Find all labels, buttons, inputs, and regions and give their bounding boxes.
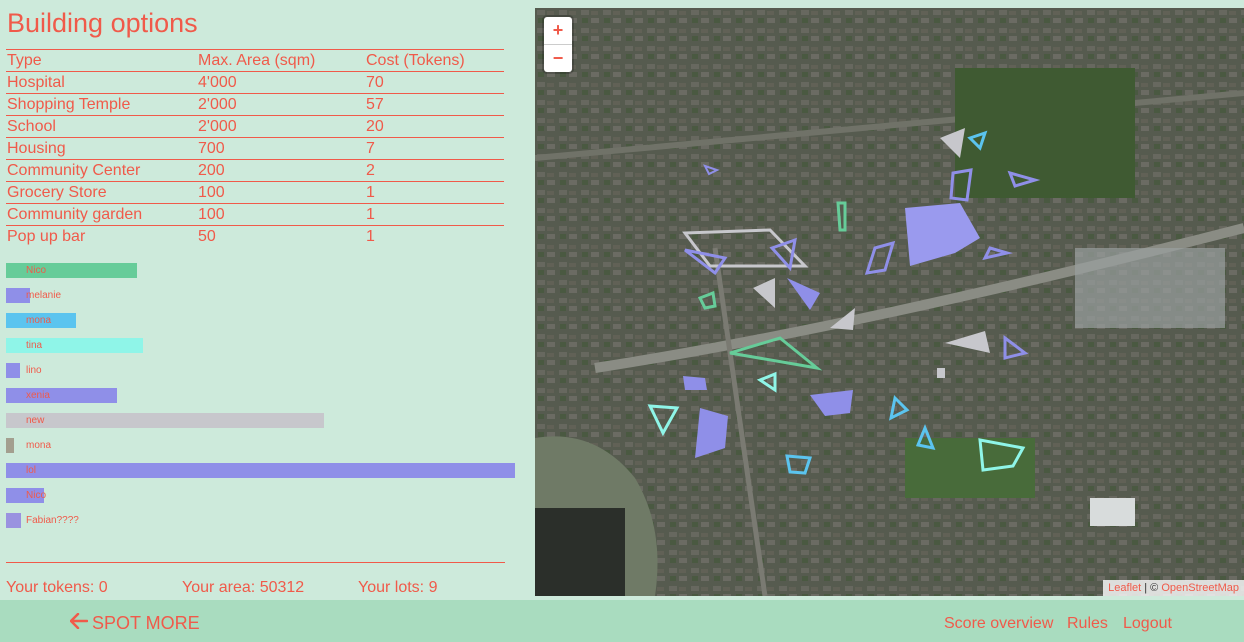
max-area-cell: 2'000 (197, 115, 365, 138)
type-cell: Shopping Temple (6, 93, 197, 116)
rules-link[interactable]: Rules (1067, 615, 1108, 633)
player-name-label: melanie (26, 290, 62, 301)
arrow-left-icon (69, 612, 89, 634)
column-header-type: Type (6, 49, 197, 72)
type-cell: School (6, 115, 197, 138)
player-bar-row: tina (6, 338, 516, 363)
map-attribution: Leaflet | © OpenStreetMap (1103, 580, 1244, 596)
player-area-bar (6, 363, 20, 378)
cost-cell: 1 (365, 181, 504, 204)
player-area-bar (6, 413, 324, 428)
type-cell: Housing (6, 137, 197, 160)
max-area-cell: 200 (197, 159, 365, 182)
player-name-label: xenia (26, 390, 50, 401)
cost-cell: 20 (365, 115, 504, 138)
cost-cell: 70 (365, 71, 504, 94)
type-cell: Hospital (6, 71, 197, 94)
table-row: Community Center 200 2 (6, 159, 504, 182)
player-area-bar (6, 513, 21, 528)
logout-link[interactable]: Logout (1123, 615, 1172, 633)
zoom-control: + − (544, 17, 572, 72)
column-header-cost: Cost (Tokens) (365, 49, 504, 72)
player-bar-row: Nico (6, 488, 516, 513)
max-area-cell: 50 (197, 225, 365, 247)
column-header-max-area: Max. Area (sqm) (197, 49, 365, 72)
left-panel: Building options Type Max. Area (sqm) Co… (0, 0, 520, 600)
cost-cell: 7 (365, 137, 504, 160)
max-area-cell: 2'000 (197, 93, 365, 116)
player-name-label: Fabian???? (26, 515, 79, 526)
max-area-cell: 100 (197, 181, 365, 204)
type-cell: Community Center (6, 159, 197, 182)
max-area-cell: 100 (197, 203, 365, 226)
lot-polygon[interactable] (937, 368, 945, 378)
player-area-bar (6, 438, 14, 453)
table-row: Hospital 4'000 70 (6, 71, 504, 94)
player-name-label: lino (26, 365, 42, 376)
player-area-bar (6, 388, 117, 403)
industrial-estate (1075, 248, 1225, 328)
spot-more-button[interactable]: SPOT MORE (69, 612, 200, 634)
player-bar-row: melanie (6, 288, 516, 313)
player-bar-row: mona (6, 313, 516, 338)
cost-cell: 1 (365, 225, 504, 247)
cost-cell: 2 (365, 159, 504, 182)
max-area-cell: 700 (197, 137, 365, 160)
player-name-label: Nico (26, 490, 47, 501)
sewage-works (535, 508, 625, 596)
max-area-cell: 4'000 (197, 71, 365, 94)
player-name-label: tina (26, 340, 43, 351)
player-name-label: new (26, 415, 45, 426)
player-name-label: Nico (26, 265, 47, 276)
map-canvas[interactable] (535, 8, 1244, 596)
type-cell: Grocery Store (6, 181, 197, 204)
building-options-table: Type Max. Area (sqm) Cost (Tokens) Hospi… (6, 49, 504, 247)
table-row: School 2'000 20 (6, 115, 504, 138)
table-row: Shopping Temple 2'000 57 (6, 93, 504, 116)
player-bar-row: Fabian???? (6, 513, 516, 538)
player-bar-row: xenia (6, 388, 516, 413)
zoom-out-button[interactable]: − (544, 44, 572, 72)
player-bar-row: lino (6, 363, 516, 388)
cost-cell: 57 (365, 93, 504, 116)
player-bar-row: mona (6, 438, 516, 463)
player-bar-row: Nico (6, 263, 516, 288)
table-row: Pop up bar 50 1 (6, 225, 504, 247)
player-area-bar (6, 463, 515, 478)
spot-more-label: SPOT MORE (92, 613, 200, 633)
player-area-bars: Nico melanie mona tina lino xenia new mona lol Ni… (6, 263, 516, 538)
warehouse (1090, 498, 1135, 526)
lot-polygon[interactable] (683, 376, 707, 390)
zoom-in-button[interactable]: + (544, 17, 572, 44)
player-name-label: mona (26, 315, 52, 326)
divider (6, 562, 505, 563)
player-name-label: lol (26, 465, 37, 476)
score-overview-link[interactable]: Score overview (944, 615, 1053, 633)
area-stat: Your area: 50312 (182, 579, 305, 596)
tokens-stat: Your tokens: 0 (6, 579, 108, 596)
type-cell: Pop up bar (6, 225, 197, 247)
lots-stat: Your lots: 9 (358, 579, 438, 596)
player-bar-row: new (6, 413, 516, 438)
openstreetmap-link[interactable]: OpenStreetMap (1161, 582, 1239, 594)
table-row: Grocery Store 100 1 (6, 181, 504, 204)
type-cell: Community garden (6, 203, 197, 226)
player-name-label: mona (26, 440, 52, 451)
player-bar-row: lol (6, 463, 516, 488)
footer-bar: SPOT MORE Score overview Rules Logout (0, 600, 1244, 642)
satellite-map[interactable]: + − Leaflet | © OpenStreetMap (535, 8, 1244, 596)
leaflet-link[interactable]: Leaflet (1108, 582, 1141, 594)
table-row: Housing 700 7 (6, 137, 504, 160)
table-header-row: Type Max. Area (sqm) Cost (Tokens) (6, 49, 504, 72)
attribution-separator: | © (1141, 582, 1162, 594)
table-row: Community garden 100 1 (6, 203, 504, 226)
cost-cell: 1 (365, 203, 504, 226)
page-title: Building options (7, 8, 198, 38)
